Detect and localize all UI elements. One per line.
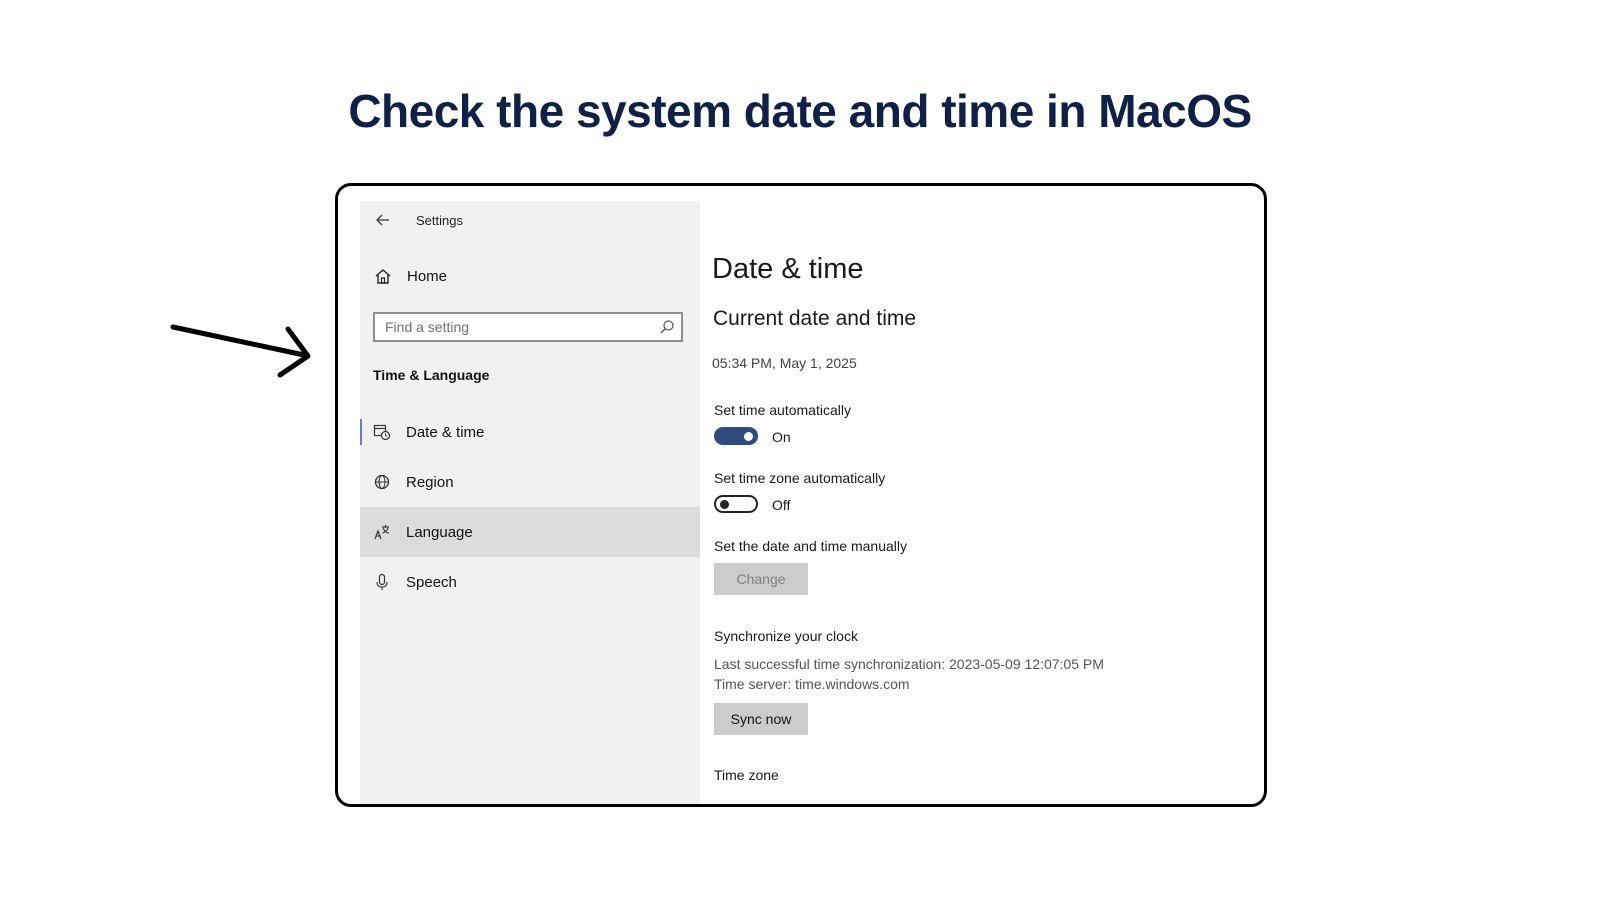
set-time-auto-toggle[interactable] [714, 427, 758, 445]
set-time-auto-label: Set time automatically [714, 402, 851, 418]
last-sync-text: Last successful time synchronization: 20… [714, 656, 1104, 672]
toggle-knob [744, 432, 753, 441]
toggle-knob [720, 500, 729, 509]
time-server-text: Time server: time.windows.com [714, 676, 910, 692]
search-input[interactable] [375, 314, 655, 340]
manual-date-time-label: Set the date and time manually [714, 538, 908, 554]
settings-window: Settings Home Time & Language [335, 183, 1267, 807]
back-button[interactable] [372, 209, 394, 231]
section-title: Time & Language [373, 367, 490, 383]
time-zone-label: Time zone [714, 767, 779, 783]
back-arrow-icon [376, 214, 389, 226]
current-date-time-value: 05:34 PM, May 1, 2025 [712, 355, 857, 371]
home-label: Home [407, 267, 448, 285]
sidebar-item-speech[interactable]: Speech [360, 557, 700, 607]
page-title: Date & time [712, 253, 864, 285]
main-content: Date & time Current date and time 05:34 … [712, 201, 1232, 804]
current-date-time-heading: Current date and time [713, 307, 917, 330]
search-box [373, 312, 683, 342]
sidebar-item-label: Date & time [406, 423, 485, 441]
sync-clock-heading: Synchronize your clock [714, 628, 858, 644]
sidebar: Settings Home Time & Language [360, 201, 700, 804]
set-tz-auto-label: Set time zone automatically [714, 470, 886, 486]
sidebar-item-label: Region [406, 473, 454, 491]
sidebar-item-language[interactable]: Language [360, 507, 700, 557]
microphone-icon [372, 572, 392, 592]
pointer-arrow-icon [170, 324, 311, 378]
slide-title: Check the system date and time in MacOS [348, 85, 1252, 137]
active-indicator [360, 419, 362, 445]
language-icon [372, 522, 392, 542]
set-tz-auto-state: Off [772, 497, 791, 513]
set-time-auto-state: On [772, 429, 791, 445]
window-title: Settings [416, 212, 463, 228]
window-header: Settings [372, 207, 463, 233]
set-tz-auto-toggle[interactable] [714, 495, 758, 513]
sidebar-item-region[interactable]: Region [360, 457, 700, 507]
search-icon[interactable] [659, 319, 675, 335]
globe-icon [372, 472, 392, 492]
calendar-clock-icon [372, 422, 392, 442]
home-icon [375, 268, 391, 284]
sidebar-item-label: Speech [406, 573, 457, 591]
sync-now-button[interactable]: Sync now [714, 703, 808, 735]
home-link[interactable]: Home [374, 263, 447, 289]
sidebar-item-label: Language [406, 523, 473, 541]
change-button[interactable]: Change [714, 563, 808, 595]
sidebar-item-date-time[interactable]: Date & time [360, 407, 700, 457]
